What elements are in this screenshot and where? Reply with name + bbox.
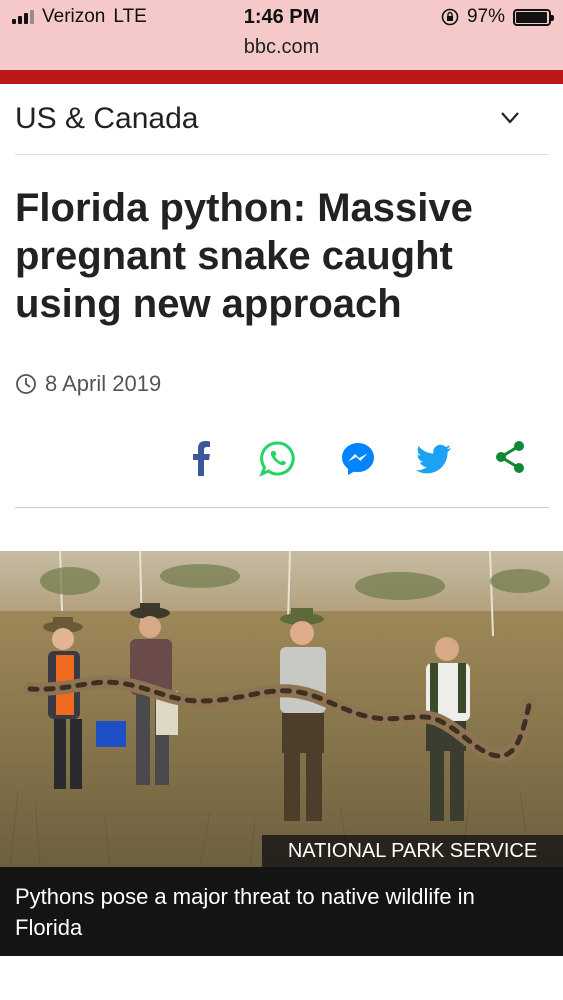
- whatsapp-icon: [259, 441, 295, 477]
- section-title: US & Canada: [15, 102, 199, 135]
- article-headline: Florida python: Massive pregnant snake c…: [15, 186, 473, 326]
- brand-bar: [0, 70, 563, 84]
- rotation-lock-icon: [441, 8, 459, 26]
- facebook-share-button[interactable]: [190, 440, 212, 476]
- battery-icon: [513, 8, 554, 26]
- battery-percent: 97%: [466, 6, 505, 27]
- photo-credit: NATIONAL PARK SERVICE: [262, 835, 563, 867]
- article-date: 8 April 2019: [15, 371, 161, 397]
- share-button[interactable]: [495, 440, 525, 474]
- clock-icon: [16, 374, 36, 394]
- facebook-icon: [193, 441, 210, 476]
- twitter-share-button[interactable]: [416, 440, 452, 476]
- photo-caption: Pythons pose a major threat to native wi…: [0, 867, 563, 956]
- section-nav[interactable]: US & Canada: [15, 92, 549, 155]
- whatsapp-share-button[interactable]: [259, 440, 297, 478]
- photo-rangers-holding-python: [0, 551, 563, 867]
- battery-info: 97%: [441, 6, 554, 28]
- status-bar: Verizon LTE 1:46 PM 97% bbc.com: [0, 0, 563, 70]
- date-text: 8 April 2019: [45, 371, 162, 396]
- twitter-icon: [416, 444, 451, 474]
- divider: [15, 507, 549, 508]
- article-photo[interactable]: NATIONAL PARK SERVICE: [0, 551, 563, 867]
- share-icon: [496, 441, 524, 473]
- url-bar[interactable]: bbc.com: [0, 36, 563, 59]
- messenger-icon: [342, 443, 374, 475]
- messenger-share-button[interactable]: [340, 440, 376, 478]
- chevron-down-icon[interactable]: [499, 106, 521, 128]
